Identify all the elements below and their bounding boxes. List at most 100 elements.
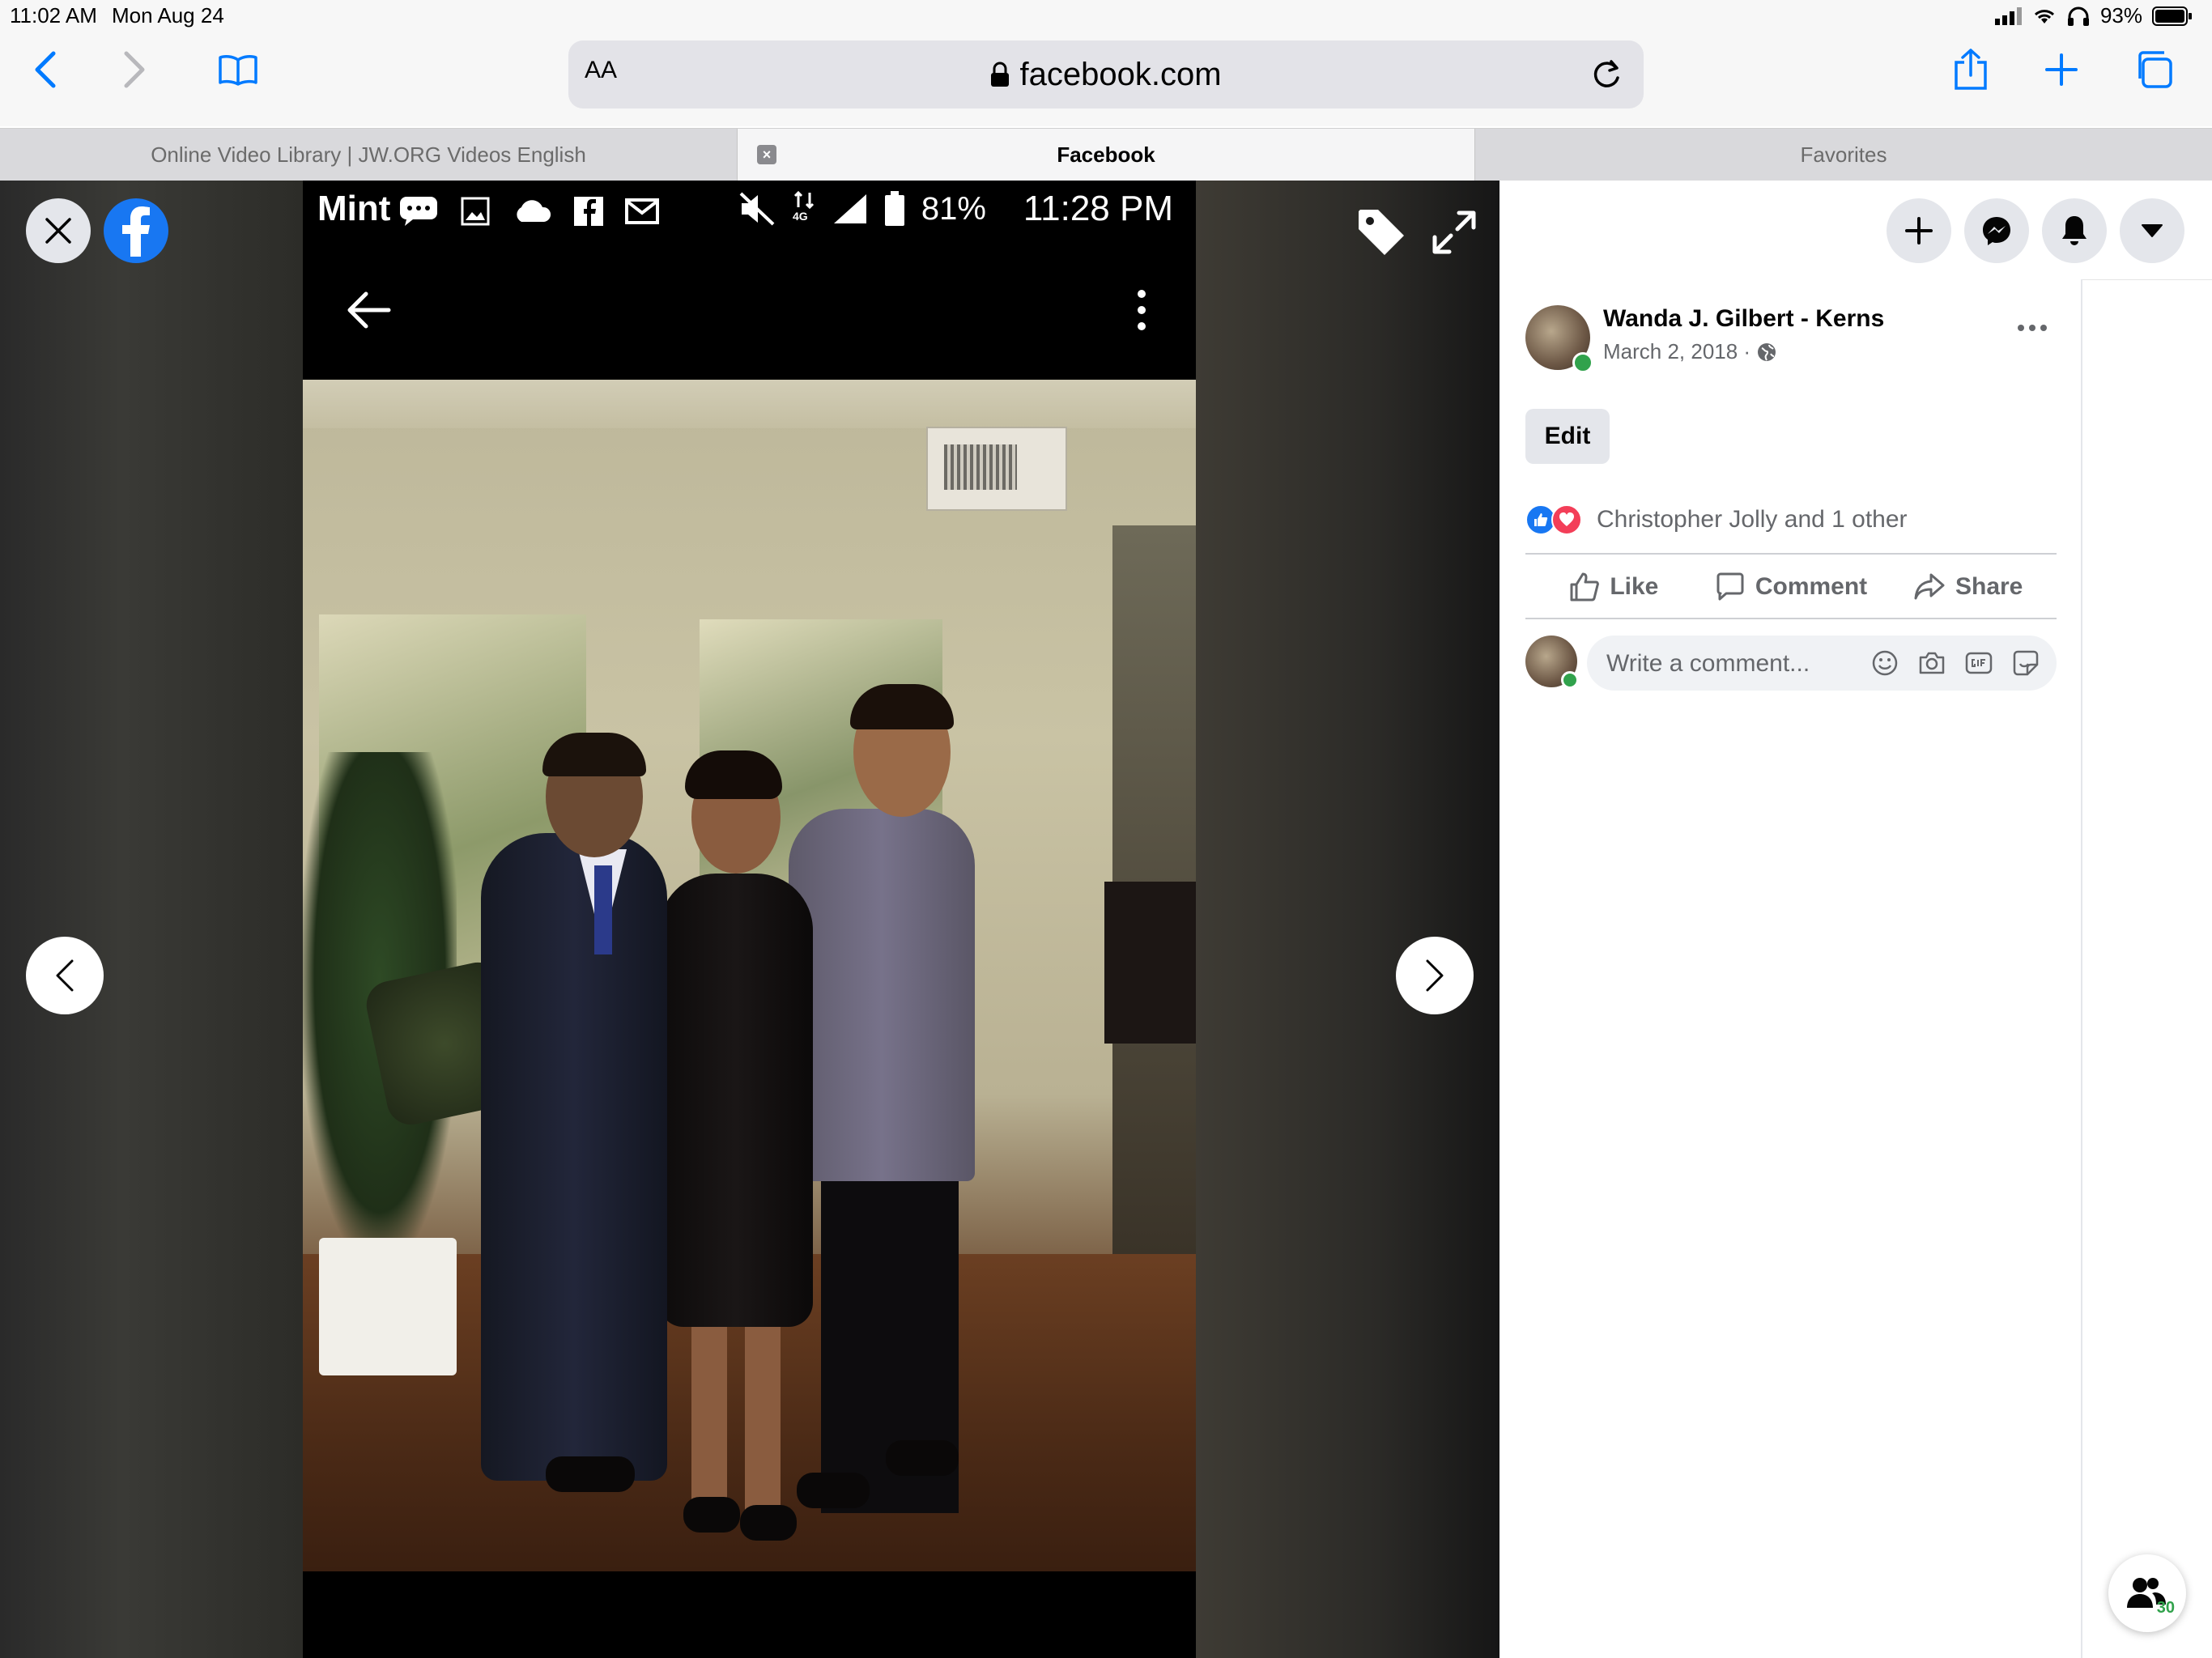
- previous-photo-button[interactable]: [26, 937, 104, 1014]
- tag-photo-button[interactable]: [1354, 205, 1409, 260]
- photo-blur-background-left: [0, 181, 303, 1658]
- tabs-overview-button[interactable]: [2129, 45, 2178, 94]
- comment-button[interactable]: Comment: [1703, 556, 1880, 618]
- post-author-name[interactable]: Wanda J. Gilbert - Kerns: [1603, 305, 1884, 333]
- tab-favorites[interactable]: Favorites: [1475, 129, 2212, 181]
- commenter-avatar[interactable]: [1525, 636, 1579, 689]
- online-status-dot: [1561, 671, 1579, 689]
- reactions-summary[interactable]: Christopher Jolly and 1 other: [1525, 504, 1908, 535]
- phone-status-right: 4G 81% 11:28 PM: [738, 189, 1173, 229]
- like-label: Like: [1610, 573, 1659, 600]
- person-left-suit: [481, 833, 667, 1481]
- fullscreen-button[interactable]: [1430, 208, 1478, 257]
- share-icon: [1955, 49, 1987, 90]
- photo-viewer: Mint 4G 81% 11:28 PM: [0, 181, 1499, 1658]
- post-meta: March 2, 2018 ·: [1603, 339, 1776, 364]
- chevron-left-icon: [56, 959, 74, 992]
- next-photo-button[interactable]: [1396, 937, 1474, 1014]
- image-icon: [461, 197, 490, 226]
- thumbs-up-icon: [1570, 572, 1600, 602]
- phone-battery-icon: [884, 191, 904, 226]
- comment-input[interactable]: Write a comment...: [1587, 636, 2057, 691]
- url-display[interactable]: facebook.com: [568, 40, 1644, 108]
- bookmarks-button[interactable]: [214, 45, 262, 94]
- plus-icon: [1905, 217, 1933, 244]
- comment-label: Comment: [1755, 573, 1868, 600]
- edit-button[interactable]: Edit: [1525, 409, 1610, 464]
- phone-signal-icon: [833, 194, 866, 223]
- post-date[interactable]: March 2, 2018 ·: [1603, 339, 1750, 364]
- url-text: facebook.com: [1019, 56, 1222, 92]
- facebook-logo-button[interactable]: [104, 198, 168, 263]
- caret-down-icon: [2142, 224, 2163, 237]
- ios-status-bar: 11:02 AM Mon Aug 24 93%: [0, 0, 2212, 36]
- comment-icon: [1716, 572, 1744, 601]
- contacts-button[interactable]: 30: [2108, 1554, 2186, 1632]
- create-button[interactable]: [1887, 198, 1951, 263]
- photo-blur-background-right: [1196, 181, 1499, 1658]
- battery-percent: 93%: [2099, 3, 2142, 28]
- love-reaction-icon: [1551, 504, 1582, 535]
- tab-facebook[interactable]: × Facebook: [738, 129, 1475, 181]
- gif-icon[interactable]: [1964, 648, 1993, 678]
- more-dot: [2040, 325, 2047, 331]
- wifi-icon: [2034, 9, 2054, 23]
- reactions-text[interactable]: Christopher Jolly and 1 other: [1597, 506, 1908, 534]
- family-photo: [303, 380, 1196, 1571]
- share-button[interactable]: [1946, 45, 1995, 94]
- tab-label: Facebook: [1057, 142, 1155, 167]
- camera-icon[interactable]: [1917, 648, 1946, 678]
- status-date: Mon Aug 24: [112, 3, 224, 28]
- book-icon: [219, 55, 257, 86]
- battery-icon: [2152, 6, 2192, 26]
- share-label: Share: [1955, 573, 2023, 600]
- messenger-button[interactable]: [1964, 198, 2029, 263]
- person-center-legs: [691, 1319, 781, 1521]
- share-post-button[interactable]: Share: [1879, 556, 2057, 618]
- shoe: [886, 1440, 959, 1476]
- author-avatar[interactable]: [1525, 305, 1593, 373]
- bell-icon: [2062, 216, 2087, 245]
- divider: [1525, 618, 2057, 619]
- photo-vent: [926, 427, 1067, 511]
- post-options-button[interactable]: [2008, 312, 2057, 344]
- phone-carrier: Mint: [317, 189, 391, 228]
- close-viewer-button[interactable]: [26, 198, 91, 263]
- person-center-hair: [685, 750, 782, 799]
- phone-battery-percent: 81%: [921, 190, 986, 227]
- status-indicators: 93%: [1994, 3, 2193, 28]
- person-center-dress: [659, 874, 813, 1327]
- more-dot: [2029, 325, 2035, 331]
- forward-button[interactable]: [110, 45, 159, 94]
- notifications-button[interactable]: [2042, 198, 2107, 263]
- chevron-left-icon: [35, 51, 56, 88]
- tab-close-button[interactable]: ×: [757, 145, 776, 164]
- emoji-icon[interactable]: [1870, 648, 1899, 678]
- shoe: [797, 1473, 870, 1508]
- facebook-f-icon: [122, 206, 150, 257]
- reload-icon[interactable]: [1587, 55, 1626, 94]
- back-button[interactable]: [21, 45, 70, 94]
- divider: [1525, 553, 2057, 555]
- like-button[interactable]: Like: [1525, 556, 1703, 618]
- sticker-icon[interactable]: [2011, 648, 2040, 678]
- person-left-tie: [594, 865, 612, 954]
- shoe: [546, 1456, 635, 1492]
- tab-jw-org[interactable]: Online Video Library | JW.ORG Videos Eng…: [0, 129, 738, 181]
- tab-label: Online Video Library | JW.ORG Videos Eng…: [151, 142, 586, 167]
- person-left-hair: [542, 733, 646, 776]
- tag-icon: [1359, 210, 1404, 255]
- online-status-dot: [1572, 352, 1593, 373]
- tab-bar: Online Video Library | JW.ORG Videos Eng…: [0, 128, 2212, 181]
- new-tab-button[interactable]: [2037, 45, 2086, 94]
- gmail-icon: [625, 198, 659, 224]
- comment-tools: [1870, 648, 2040, 678]
- phone-time: 11:28 PM: [1023, 189, 1173, 228]
- account-menu-button[interactable]: [2120, 198, 2184, 263]
- address-bar[interactable]: AA facebook.com: [568, 40, 1644, 108]
- tabs-icon: [2138, 51, 2172, 88]
- photo-ceiling: [303, 380, 1196, 428]
- plus-icon: [2045, 53, 2078, 86]
- chevron-right-icon: [124, 51, 145, 88]
- photo-vent-grill: [944, 444, 1017, 490]
